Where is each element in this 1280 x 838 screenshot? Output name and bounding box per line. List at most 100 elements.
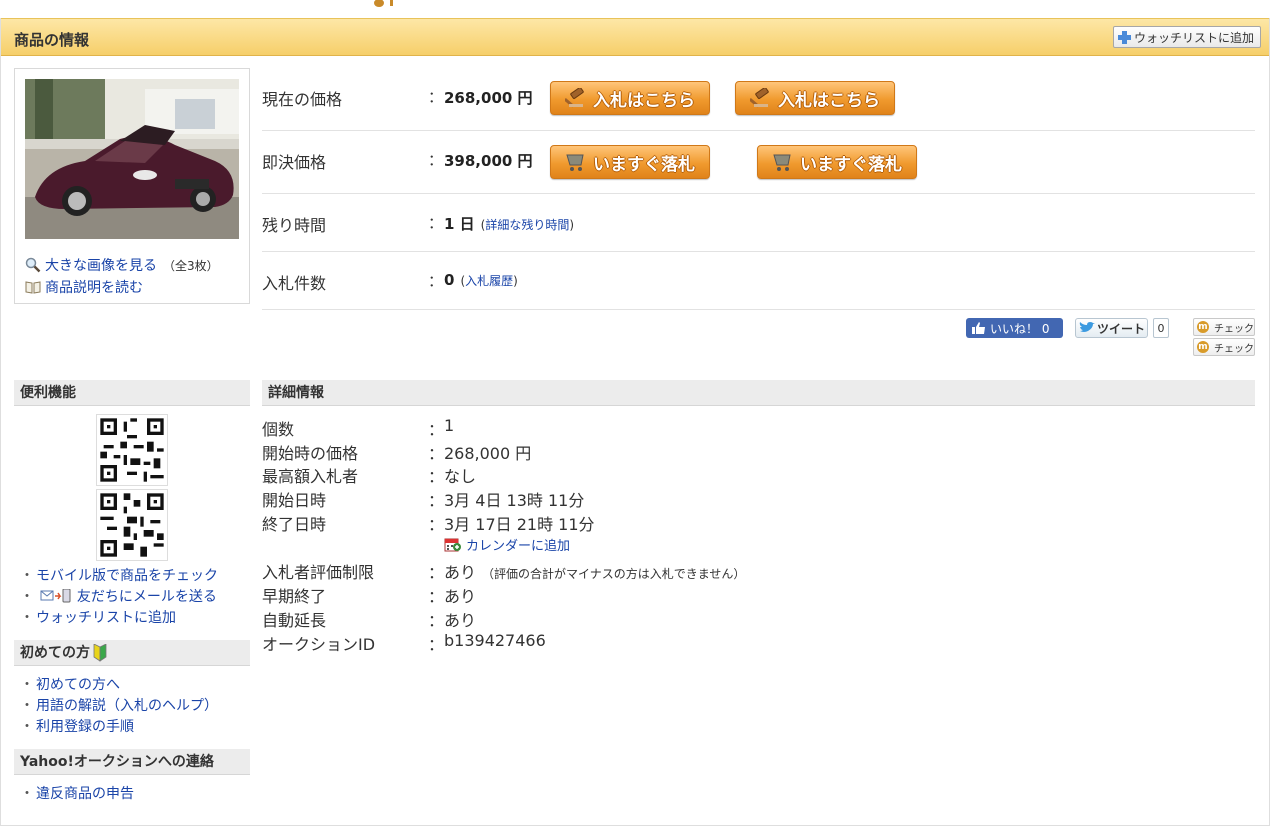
gavel-icon [750, 88, 769, 108]
item-photo[interactable] [25, 79, 239, 239]
item-info-header: 商品の情報 ウォッチリストに追加 [1, 18, 1269, 56]
detail-heading: 詳細情報 [262, 380, 1255, 406]
calendar-link-row: カレンダーに追加 [444, 535, 570, 554]
add-calendar-link[interactable]: カレンダーに追加 [466, 535, 570, 554]
detail-label-auto-extend: 自動延長 [262, 611, 327, 630]
detail-label-end-time: 終了日時 [262, 515, 327, 534]
facebook-like-button[interactable]: いいね！ 0 [966, 318, 1063, 338]
description-link[interactable]: 商品説明を読む [45, 277, 143, 297]
registration-link-row: ・利用登録の手順 [20, 719, 134, 735]
bid-button-alt[interactable]: 入札はこちら [735, 81, 895, 115]
detail-label-rating-limit: 入札者評価制限 [262, 563, 375, 582]
watchlist-link-row: ・ウォッチリストに追加 [20, 610, 176, 626]
detail-value-quantity: 1 [444, 416, 455, 435]
beginner-title: 初めての方 [20, 644, 90, 661]
bid-count-label: 入札件数 [262, 274, 327, 293]
buyout-price-label: 即決価格 [262, 153, 327, 172]
buy-now-button-label: いますぐ落札 [593, 154, 695, 175]
beginner-mark-icon [93, 643, 107, 662]
detail-label-top-bidder: 最高額入札者 [262, 467, 359, 486]
current-price-label: 現在の価格 [262, 90, 343, 109]
section-title: 商品の情報 [14, 31, 90, 49]
image-count: （全3枚） [163, 258, 219, 273]
detail-value-auto-extend: あり [444, 611, 477, 630]
rating-limit-note: （評価の合計がマイナスの方は入札できません） [482, 567, 746, 581]
mobile-check-link-row: ・モバイル版で商品をチェック [20, 568, 218, 584]
bid-button-alt-label: 入札はこちら [778, 90, 880, 111]
plus-icon [1117, 30, 1131, 44]
detail-label-early-end: 早期終了 [262, 587, 327, 606]
description-link-row: 商品説明を読む [25, 277, 143, 297]
qr-code-image-2 [96, 489, 168, 561]
detailed-time-link[interactable]: 詳細な残り時間 [485, 218, 569, 232]
mixi-icon: m [1197, 341, 1209, 353]
mixi-check-label: チェック [1214, 323, 1254, 335]
thumbs-up-icon [972, 322, 985, 334]
bid-button-label: 入札はこちら [593, 90, 695, 111]
report-link-row: ・違反商品の申告 [20, 786, 134, 802]
book-icon [25, 281, 41, 294]
detail-value-early-end: あり [444, 587, 477, 606]
bid-count-row: 入札件数 ： 0 (入札履歴) [262, 252, 1255, 310]
detail-value-end-time: 3月 17日 21時 11分 [444, 515, 595, 534]
large-image-link-row: 大きな画像を見る （全3枚） [25, 255, 219, 275]
beginner-guide-link[interactable]: 初めての方へ [36, 677, 120, 693]
buy-now-button[interactable]: いますぐ落札 [550, 145, 710, 179]
bid-history-link[interactable]: 入札履歴 [465, 274, 513, 288]
report-violation-link[interactable]: 違反商品の申告 [36, 786, 134, 802]
current-price-row: 現在の価格 ： 268,000 円 入札はこちら 入札はこちら [262, 68, 1255, 131]
detail-label-auction-id: オークションID [262, 635, 376, 654]
qr-code-image [96, 414, 168, 486]
detail-value-start-time: 3月 4日 13時 11分 [444, 491, 585, 510]
registration-link[interactable]: 利用登録の手順 [36, 719, 134, 735]
detail-label-start-price: 開始時の価格 [262, 444, 359, 463]
large-image-link[interactable]: 大きな画像を見る [45, 255, 157, 275]
send-mail-link[interactable]: 友だちにメールを送る [77, 589, 217, 605]
detail-value-start-price: 268,000 円 [444, 444, 532, 463]
buyout-price-row: 即決価格 ： 398,000 円 いますぐ落札 いますぐ落札 [262, 131, 1255, 194]
bid-count-value: 0 [444, 271, 455, 289]
time-left-value-row: 1 日 (詳細な残り時間) [444, 215, 575, 233]
detail-value-top-bidder: なし [444, 467, 477, 486]
add-watchlist-button[interactable]: ウォッチリストに追加 [1112, 26, 1261, 48]
send-mail-link-row: ・ 友だちにメールを送る [20, 588, 217, 605]
mixi-check-button[interactable]: m チェック [1193, 318, 1255, 336]
bid-button[interactable]: 入札はこちら [550, 81, 710, 115]
cart-icon [566, 154, 584, 171]
tweet-label: ツイート [1097, 321, 1146, 336]
detail-value-auction-id: b139427466 [444, 631, 546, 650]
add-watchlist-label: ウォッチリストに追加 [1133, 30, 1254, 45]
like-label: いいね！ 0 [990, 321, 1050, 336]
bid-count-value-row: 0 (入札履歴) [444, 271, 518, 289]
buy-now-button-alt-label: いますぐ落札 [800, 154, 902, 175]
mixi-check-button-2[interactable]: m チェック [1193, 338, 1255, 356]
beginner-heading: 初めての方 [14, 640, 250, 666]
time-left-label: 残り時間 [262, 216, 327, 235]
cart-icon [773, 154, 791, 171]
mixi-icon: m [1197, 321, 1209, 333]
time-left-value: 1 日 [444, 215, 475, 233]
twitter-bird-icon [1079, 322, 1095, 332]
contact-heading: Yahoo!オークションへの連絡 [14, 749, 250, 775]
auction-mascot-icon [374, 0, 393, 7]
gavel-icon [565, 88, 584, 108]
glossary-link-row: ・用語の解説（入札のヘルプ） [20, 698, 218, 714]
magnifier-icon [25, 257, 41, 273]
beginner-guide-link-row: ・初めての方へ [20, 677, 120, 693]
detail-value-rating-limit-row: あり （評価の合計がマイナスの方は入札できません） [444, 559, 745, 583]
buy-now-button-alt[interactable]: いますぐ落札 [757, 145, 917, 179]
detail-value-rating-limit: あり [444, 563, 477, 582]
mobile-check-link[interactable]: モバイル版で商品をチェック [36, 568, 218, 584]
watchlist-link[interactable]: ウォッチリストに追加 [36, 610, 176, 626]
convenience-heading: 便利機能 [14, 380, 250, 406]
mixi-check-label-2: チェック [1214, 343, 1254, 355]
tweet-button[interactable]: ツイート [1075, 318, 1148, 338]
detail-label-quantity: 個数 [262, 420, 295, 439]
glossary-link[interactable]: 用語の解説（入札のヘルプ） [36, 698, 218, 714]
calendar-icon [444, 538, 461, 552]
detail-label-start-time: 開始日時 [262, 491, 327, 510]
current-price-value: 268,000 円 [444, 89, 533, 107]
tweet-count: 0 [1153, 318, 1169, 338]
item-photo-box: 大きな画像を見る （全3枚） 商品説明を読む [14, 68, 250, 304]
time-left-row: 残り時間 ： 1 日 (詳細な残り時間) [262, 194, 1255, 252]
